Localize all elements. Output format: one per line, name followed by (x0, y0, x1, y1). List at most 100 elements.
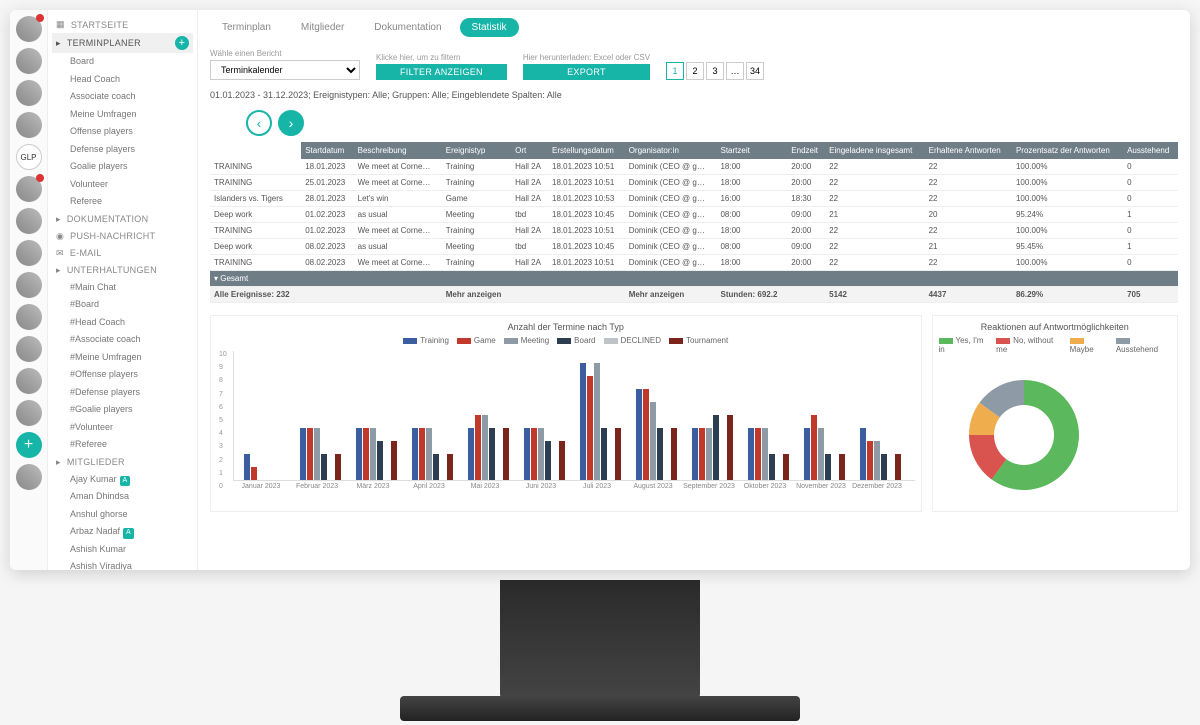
workspace-avatar[interactable] (16, 336, 42, 362)
col-header[interactable]: Erstellungsdatum (548, 142, 625, 159)
col-header[interactable]: Ort (511, 142, 548, 159)
workspace-avatar[interactable]: GLP (16, 144, 42, 170)
sidebar-item[interactable]: Anshul ghorse (52, 506, 193, 524)
sidebar-item[interactable]: #Meine Umfragen (52, 349, 193, 367)
col-header[interactable]: Prozentsatz der Antworten (1012, 142, 1123, 159)
bar (699, 428, 705, 480)
tab-statistik[interactable]: Statistik (460, 18, 519, 37)
sidebar-item[interactable]: Ashish Kumar (52, 541, 193, 559)
table-row[interactable]: Deep work08.02.2023as usualMeetingtbd18.… (210, 239, 1178, 255)
legend-yes: Yes, I'm in (939, 336, 989, 354)
tab-dokumentation[interactable]: Dokumentation (362, 18, 453, 37)
table-row[interactable]: TRAINING25.01.2023We meet at Corne…Train… (210, 175, 1178, 191)
workspace-avatar[interactable] (16, 48, 42, 74)
table-row[interactable]: TRAINING01.02.2023We meet at Corne…Train… (210, 223, 1178, 239)
sidebar-item[interactable]: #Offense players (52, 366, 193, 384)
nav-terminplaner[interactable]: ▸ TERMINPLANER+ (52, 33, 193, 53)
table-row[interactable]: Islanders vs. Tigers28.01.2023Let's winG… (210, 191, 1178, 207)
table-row[interactable]: TRAINING18.01.2023We meet at Corne…Train… (210, 159, 1178, 175)
sidebar-item[interactable]: #Goalie players (52, 401, 193, 419)
page-1[interactable]: 1 (666, 62, 684, 80)
sidebar-item[interactable]: Referee (52, 193, 193, 211)
col-header[interactable]: Beschreibung (354, 142, 442, 159)
sidebar-item[interactable]: Meine Umfragen (52, 106, 193, 124)
bar (881, 454, 887, 480)
legend-board: Board (557, 336, 595, 345)
bar (650, 402, 656, 480)
sidebar-item[interactable]: Defense players (52, 141, 193, 159)
tab-terminplan[interactable]: Terminplan (210, 18, 283, 37)
legend-pending: Ausstehend (1116, 336, 1171, 354)
workspace-avatar[interactable] (16, 272, 42, 298)
sidebar-item[interactable]: #Defense players (52, 384, 193, 402)
tab-mitglieder[interactable]: Mitglieder (289, 18, 356, 37)
bar (671, 428, 677, 480)
table-row[interactable]: Deep work01.02.2023as usualMeetingtbd18.… (210, 207, 1178, 223)
workspace-avatar[interactable] (16, 304, 42, 330)
x-label: April 2023 (401, 483, 457, 490)
workspace-avatar[interactable] (16, 368, 42, 394)
bar (468, 428, 474, 480)
sidebar-item[interactable]: Ajay KumarA (52, 471, 193, 489)
page-34[interactable]: 34 (746, 62, 764, 80)
export-button[interactable]: EXPORT (523, 64, 650, 80)
sidebar-item[interactable]: #Head Coach (52, 314, 193, 332)
sidebar: ▦ STARTSEITE ▸ TERMINPLANER+ BoardHead C… (48, 10, 198, 570)
add-plan-icon[interactable]: + (175, 36, 189, 50)
col-header[interactable]: Ereignistyp (442, 142, 511, 159)
col-header[interactable]: Ausstehend (1123, 142, 1178, 159)
nav-unterhaltungen[interactable]: ▸ UNTERHALTUNGEN (52, 262, 193, 279)
workspace-avatar[interactable] (16, 176, 42, 202)
col-header[interactable]: Endzeit (787, 142, 825, 159)
x-label: Mai 2023 (457, 483, 513, 490)
bar (538, 428, 544, 480)
prev-page-arrow[interactable]: ‹ (246, 110, 272, 136)
sidebar-item[interactable]: Board (52, 53, 193, 71)
report-select[interactable]: Terminkalender (210, 60, 360, 80)
sidebar-item[interactable]: Associate coach (52, 88, 193, 106)
sidebar-item[interactable]: #Referee (52, 436, 193, 454)
workspace-avatar[interactable] (16, 240, 42, 266)
page-…[interactable]: … (726, 62, 744, 80)
table-row[interactable]: TRAINING08.02.2023We meet at Corne…Train… (210, 255, 1178, 271)
next-page-arrow[interactable]: › (278, 110, 304, 136)
view-tabs: Terminplan Mitglieder Dokumentation Stat… (210, 18, 1178, 37)
col-header[interactable]: Organisator:in (625, 142, 717, 159)
sidebar-item[interactable]: #Board (52, 296, 193, 314)
sidebar-item[interactable]: Volunteer (52, 176, 193, 194)
bar (503, 428, 509, 480)
page-2[interactable]: 2 (686, 62, 704, 80)
add-workspace-button[interactable]: + (16, 432, 42, 458)
legend-tournament: Tournament (669, 336, 728, 345)
sidebar-item[interactable]: Aman Dhindsa (52, 488, 193, 506)
sidebar-item[interactable]: Goalie players (52, 158, 193, 176)
bar (762, 428, 768, 480)
workspace-avatar[interactable] (16, 16, 42, 42)
col-header[interactable]: Erhaltene Antworten (925, 142, 1012, 159)
workspace-avatar[interactable] (16, 112, 42, 138)
nav-push[interactable]: ◉ PUSH-NACHRICHT (52, 228, 193, 245)
nav-dokumentation[interactable]: ▸ DOKUMENTATION (52, 211, 193, 228)
col-header[interactable]: Startdatum (301, 142, 353, 159)
sidebar-item[interactable]: #Volunteer (52, 419, 193, 437)
sidebar-item[interactable]: Offense players (52, 123, 193, 141)
col-header[interactable]: Startzeit (716, 142, 787, 159)
sidebar-item[interactable]: #Associate coach (52, 331, 193, 349)
nav-mitglieder[interactable]: ▸ MITGLIEDER (52, 454, 193, 471)
sidebar-item[interactable]: Ashish Viradiya (52, 558, 193, 570)
total-row[interactable]: ▾ Gesamt (210, 271, 1178, 287)
workspace-avatar[interactable] (16, 400, 42, 426)
bar (860, 428, 866, 480)
sidebar-item[interactable]: Head Coach (52, 71, 193, 89)
page-3[interactable]: 3 (706, 62, 724, 80)
sidebar-item[interactable]: #Main Chat (52, 279, 193, 297)
sidebar-item[interactable]: Arbaz NadafA (52, 523, 193, 541)
workspace-avatar[interactable] (16, 208, 42, 234)
nav-startseite[interactable]: ▦ STARTSEITE (52, 16, 193, 33)
nav-email[interactable]: ✉ E-MAIL (52, 245, 193, 262)
workspace-avatar[interactable] (16, 80, 42, 106)
col-header[interactable]: Eingeladene insgesamt (825, 142, 924, 159)
x-label: März 2023 (345, 483, 401, 490)
filter-button[interactable]: FILTER ANZEIGEN (376, 64, 507, 80)
workspace-avatar[interactable] (16, 464, 42, 490)
